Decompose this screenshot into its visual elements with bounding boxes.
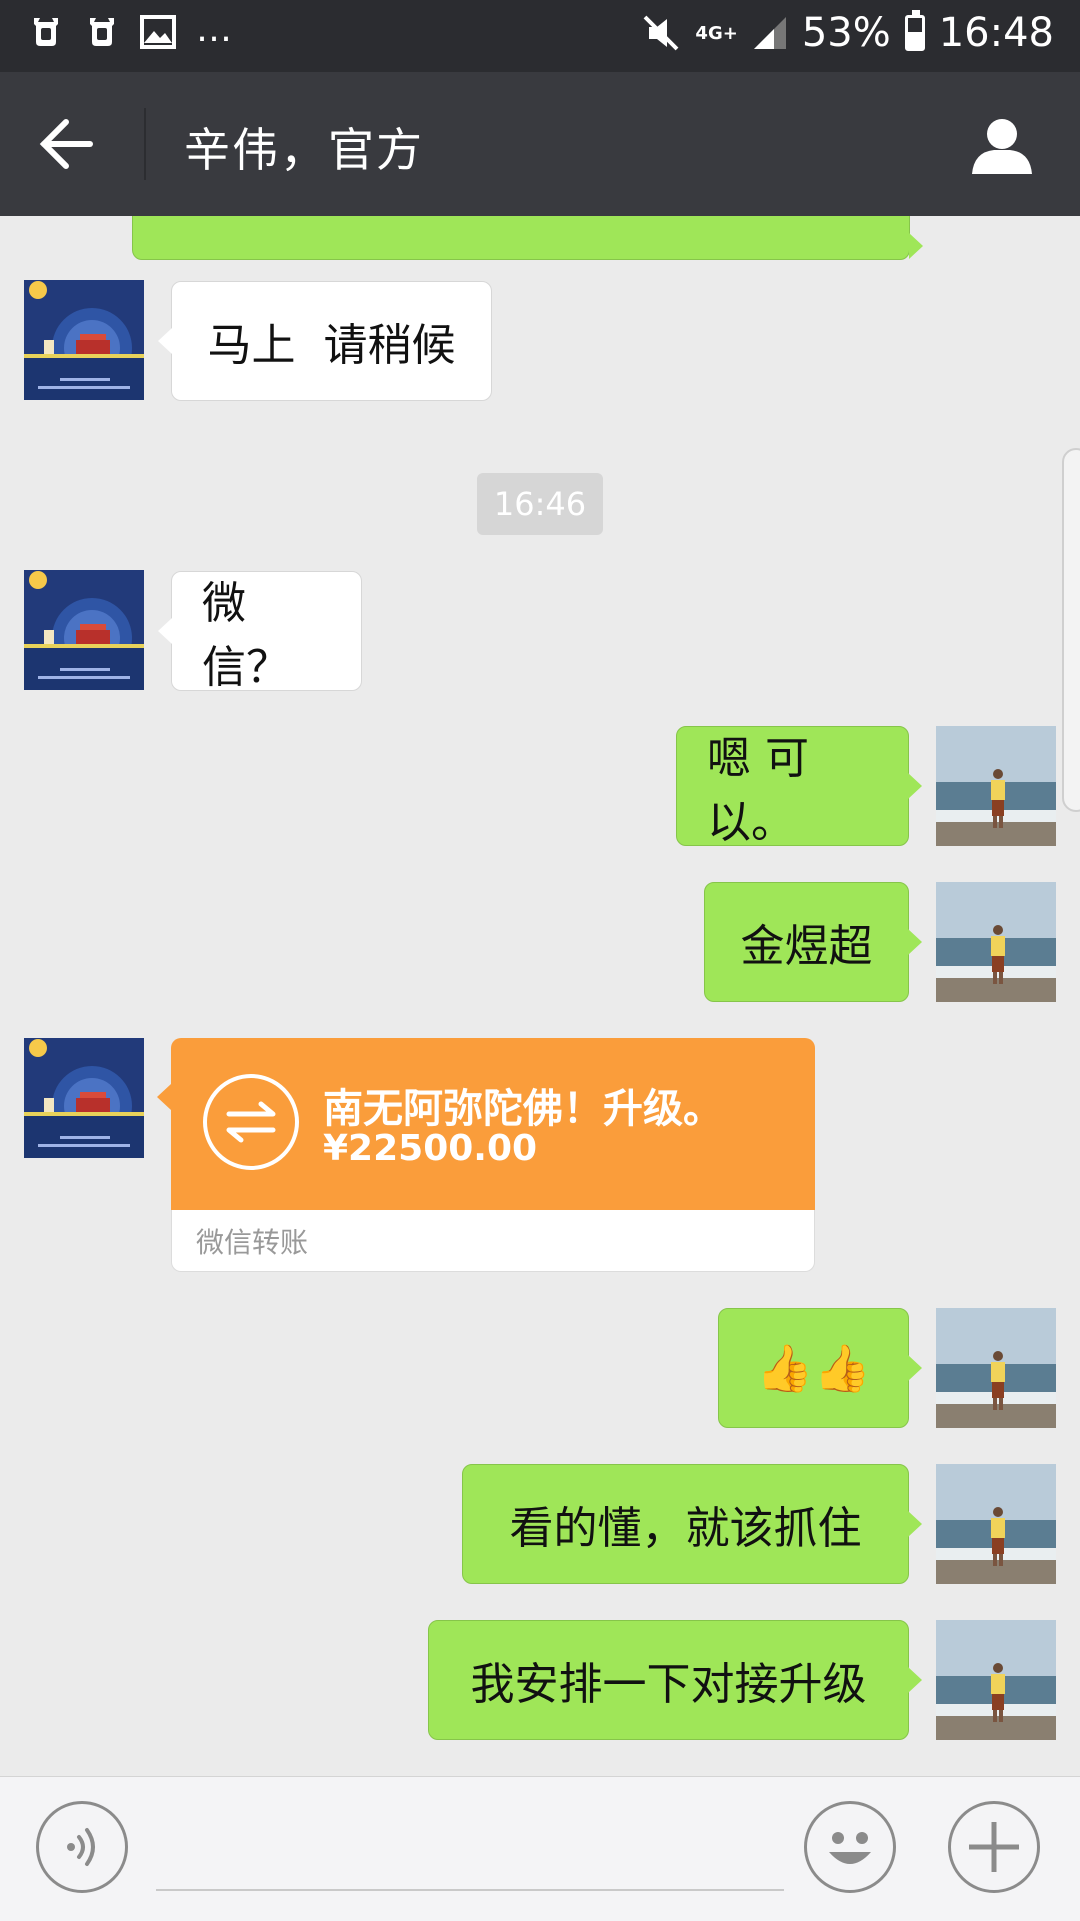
more-button[interactable] [948,1801,1040,1893]
message-bubble-incoming[interactable]: 微信？ [158,571,362,693]
user-avatar[interactable] [936,1620,1056,1740]
input-bar [0,1776,1080,1921]
battery-percent: 53% [801,10,891,56]
message-text: 我安排一下对接升级 [470,1659,867,1710]
message-bubble-incoming[interactable]: 马上 请稍候 [158,281,492,401]
mute-icon [644,15,679,51]
status-bar: … 4G+ 53% 16:48 [0,0,1080,72]
message-bubble-outgoing[interactable]: 我安排一下对接升级 [428,1620,922,1740]
battery-icon [904,10,925,51]
user-avatar[interactable] [936,726,1056,846]
voice-icon [67,1828,95,1866]
message-bubble-outgoing[interactable]: 嗯 可以。 [676,726,922,848]
message-text: 马上 请稍候 [207,320,456,371]
partial-message-bubble[interactable] [132,216,923,260]
voice-button[interactable] [36,1801,128,1893]
transfer-amount: ¥22500.00 [323,1128,538,1169]
emoji-button[interactable] [804,1801,896,1893]
message-input[interactable] [156,1815,784,1891]
transfer-label: 微信转账 [171,1210,815,1272]
arrow-left-icon [39,119,93,169]
user-avatar[interactable] [936,882,1056,1002]
transfer-icon [203,1074,299,1170]
contact-avatar[interactable] [24,1038,144,1158]
signal-icon [753,17,786,49]
message-text: 嗯 可以。 [707,733,809,848]
message-bubble-outgoing[interactable]: 👍👍 [718,1308,922,1428]
transfer-card-body: 南无阿弥陀佛！升级。 ¥22500.00 [157,1038,815,1210]
scroll-indicator[interactable] [1062,448,1080,812]
message-text: 看的懂，就该抓住 [509,1503,862,1554]
alarm-icon [90,18,114,46]
contact-avatar[interactable] [24,570,144,690]
message-text: 👍👍 [756,1340,871,1395]
title-divider [144,108,146,180]
image-icon [140,15,176,49]
timestamp-divider: 16:46 [477,473,603,535]
status-bar-left: … [28,9,232,50]
alarm-icon [34,18,58,46]
user-avatar[interactable] [936,1464,1056,1584]
chat-area[interactable]: 马上 请稍候 16:46 微信？ 嗯 可以。 金煜超 南无阿弥陀佛！升级。 ¥2… [0,216,1080,1776]
chat-title: 辛伟，官方 [184,123,424,177]
plus-icon [969,1822,1019,1872]
message-bubble-outgoing[interactable]: 看的懂，就该抓住 [462,1464,922,1584]
transfer-note: 南无阿弥陀佛！升级。 [323,1086,723,1132]
title-bar: 辛伟，官方 [0,72,1080,216]
user-avatar[interactable] [936,1308,1056,1428]
message-bubble-outgoing[interactable]: 金煜超 [704,882,922,1002]
smiley-icon [829,1832,871,1864]
message-text: 微信？ [202,578,290,693]
back-button[interactable] [38,112,108,176]
status-bar-right: 4G+ 53% 16:48 [641,10,1054,56]
notification-overflow: … [196,8,232,50]
network-type: 4G+ [695,22,738,44]
clock: 16:48 [938,10,1054,56]
transfer-card[interactable]: 南无阿弥陀佛！升级。 ¥22500.00 微信转账 [157,1038,815,1272]
message-text: 金煜超 [740,921,873,972]
person-icon [972,119,1032,174]
contact-avatar[interactable] [24,280,144,400]
chat-info-button[interactable] [970,114,1034,178]
